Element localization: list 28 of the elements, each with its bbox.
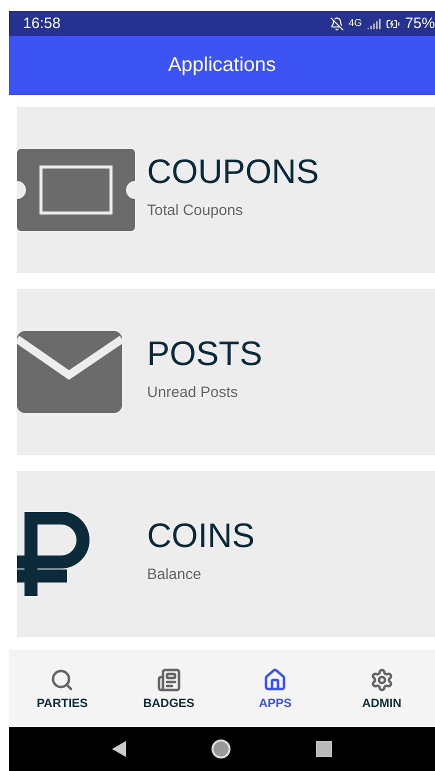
recents-icon[interactable]: [316, 741, 332, 757]
network-label: 4G: [348, 18, 362, 29]
app-card[interactable]: COUPONS Total Coupons: [17, 107, 435, 273]
house-icon: [263, 668, 288, 692]
tab[interactable]: BADGES: [116, 650, 222, 727]
back-icon[interactable]: [112, 741, 126, 757]
app-card[interactable]: COINS Balance: [17, 471, 435, 637]
search-icon: [50, 668, 74, 692]
card-subtitle: Balance: [147, 566, 202, 583]
home-icon[interactable]: [210, 739, 231, 759]
card-subtitle: Total Coupons: [147, 202, 244, 219]
app-title: Applications: [168, 54, 276, 77]
card-title: POSTS: [147, 335, 262, 374]
tab[interactable]: ADMIN: [328, 650, 435, 727]
tab[interactable]: PARTIES: [9, 650, 116, 727]
gear-icon: [370, 668, 394, 692]
envelope-icon: [17, 331, 122, 413]
app-card[interactable]: POSTS Unread Posts: [17, 289, 435, 455]
bell-off-icon: [330, 16, 344, 30]
newspaper-icon: [156, 668, 181, 692]
signal-icon: [366, 16, 381, 30]
card-title: COUPONS: [147, 153, 319, 192]
ticket-icon: [17, 149, 135, 231]
card-title: COINS: [147, 517, 255, 556]
card-subtitle: Unread Posts: [147, 384, 239, 401]
tab[interactable]: APPS: [222, 650, 328, 727]
status-time: 16:58: [23, 15, 61, 32]
battery-level: 75%: [404, 15, 435, 32]
